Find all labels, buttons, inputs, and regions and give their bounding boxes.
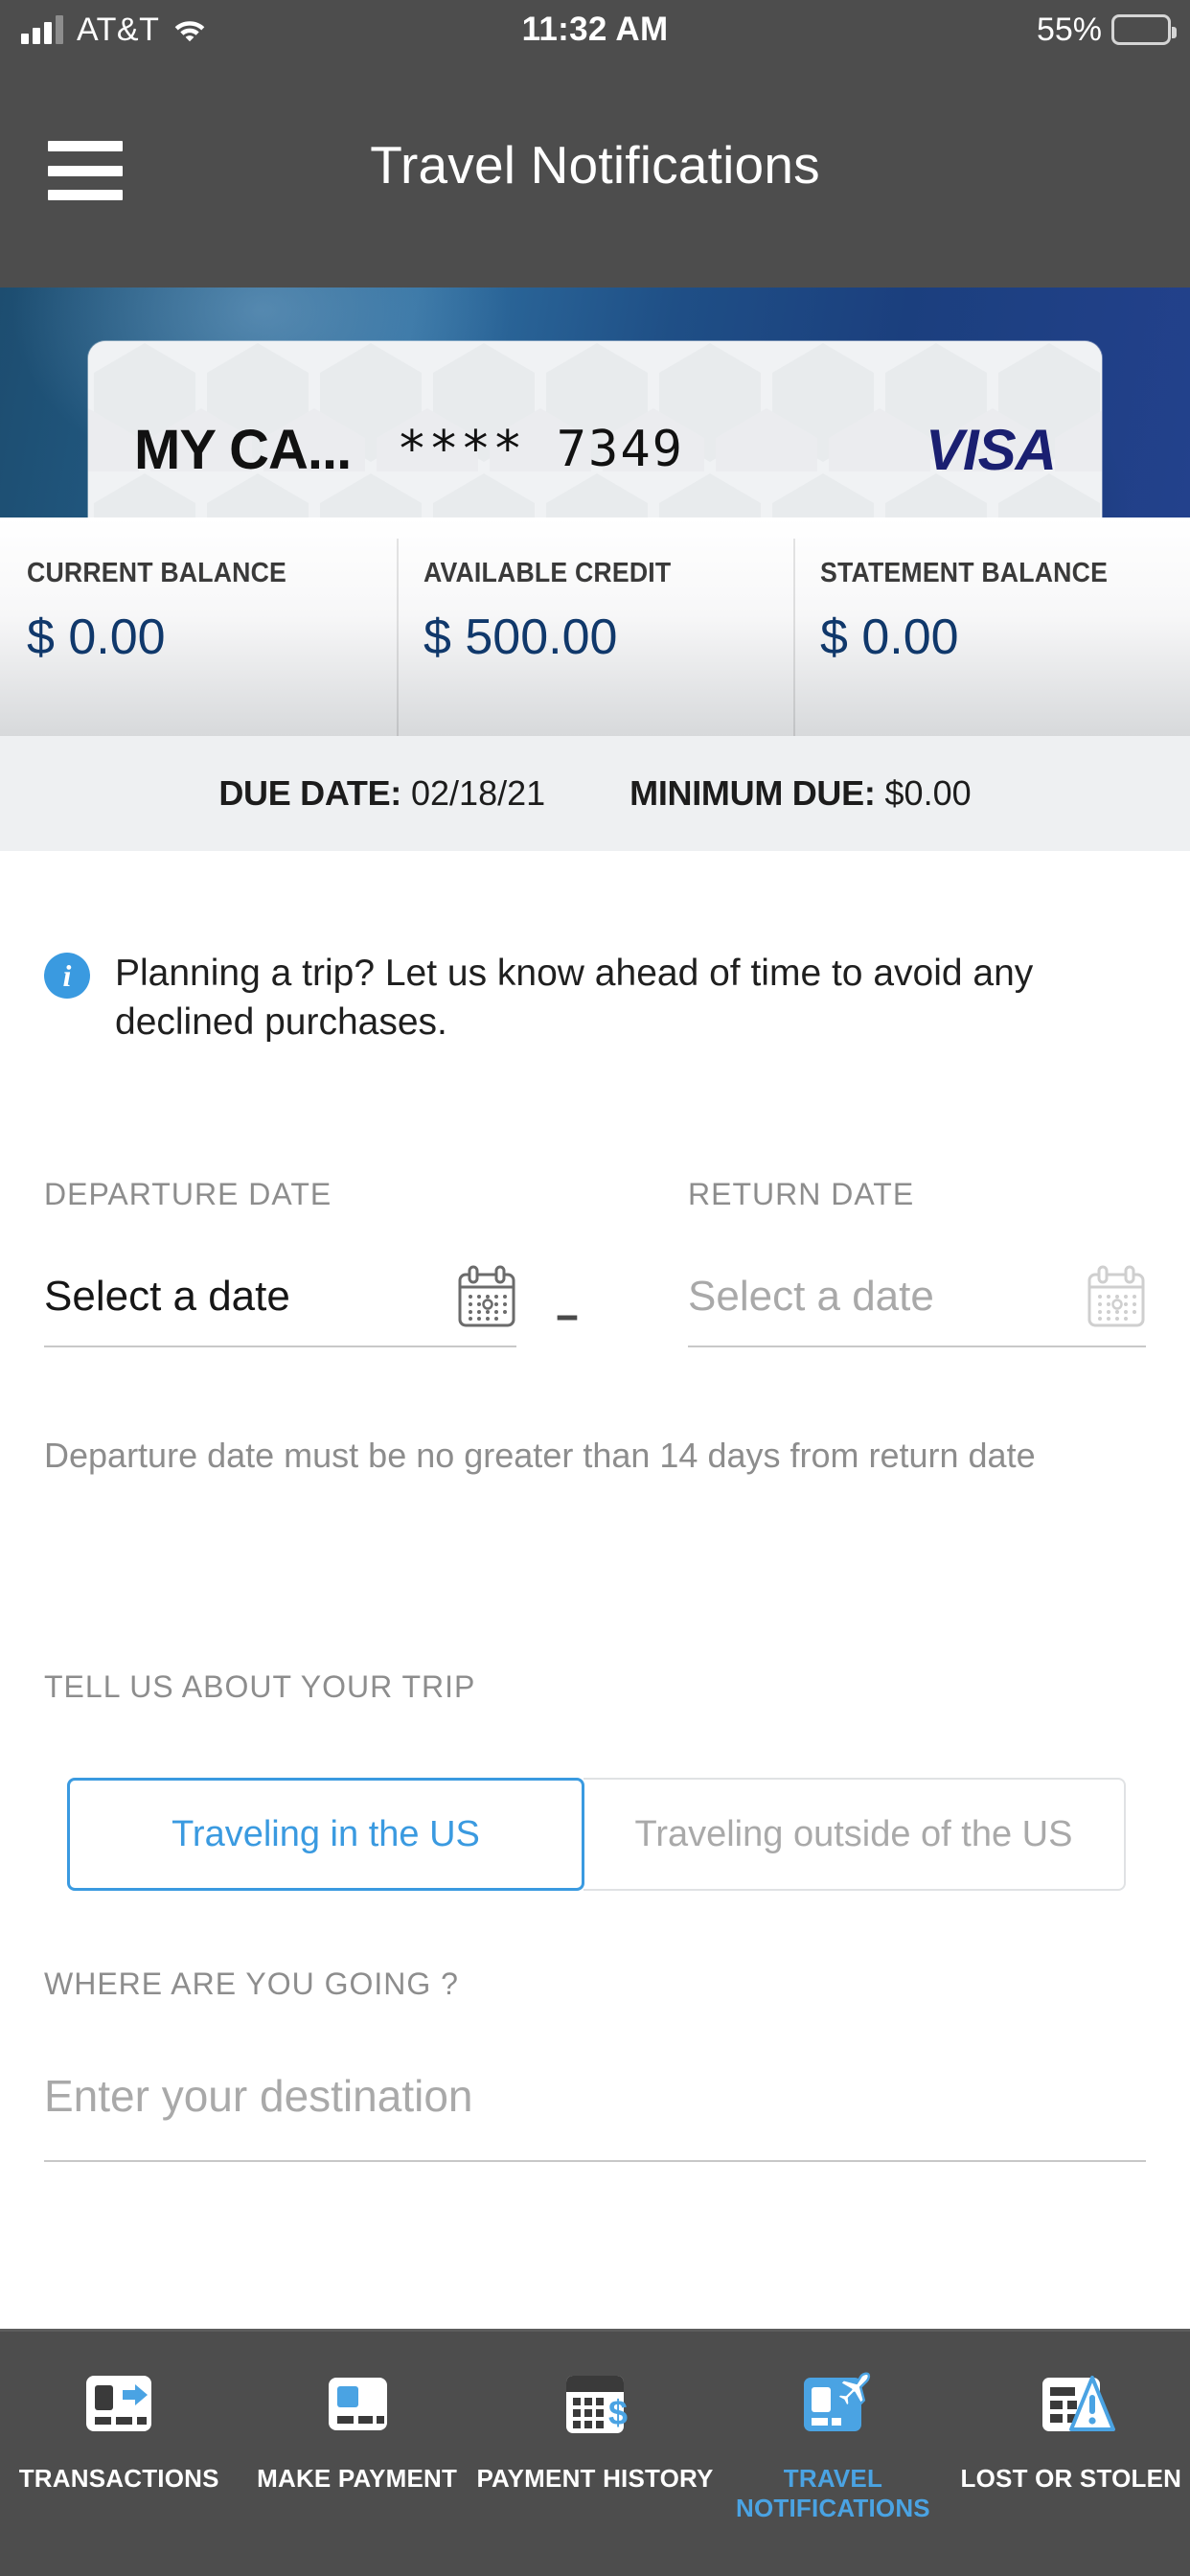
calendar-icon[interactable] (457, 1265, 516, 1328)
departure-date-label: DEPARTURE DATE (44, 1177, 332, 1211)
tab-label: MAKE PAYMENT (257, 2464, 458, 2493)
calendar-dollar-icon: $ (549, 2370, 641, 2445)
due-date: DUE DATE: 02/18/21 (218, 773, 545, 814)
segment-traveling-outside-us[interactable]: Traveling outside of the US (584, 1778, 1126, 1891)
trip-section-label: TELL US ABOUT YOUR TRIP (44, 1669, 476, 1704)
info-circle-icon: i (44, 953, 90, 999)
destination-input[interactable]: Enter your destination (44, 2070, 1146, 2162)
tab-travel-notifications[interactable]: TRAVEL NOTIFICATIONS (714, 2332, 951, 2576)
tab-make-payment[interactable]: MAKE PAYMENT (238, 2332, 475, 2576)
card-number-masked: **** 7349 (397, 421, 684, 478)
visa-logo: VISA (925, 417, 1057, 482)
tab-transactions[interactable]: TRANSACTIONS (0, 2332, 238, 2576)
balance-value: $ 500.00 (423, 610, 618, 665)
destination-label: WHERE ARE YOU GOING ? (44, 1966, 459, 2001)
minimum-due-value: $0.00 (884, 773, 972, 813)
balance-label: AVAILABLE CREDIT (423, 558, 672, 588)
due-date-value: 02/18/21 (411, 773, 546, 813)
date-range-separator: -- (556, 1292, 579, 1337)
card-banner: MY CA... **** 7349 VISA (0, 288, 1190, 518)
due-row: DUE DATE: 02/18/21 MINIMUM DUE: $0.00 (0, 736, 1190, 851)
return-date-field[interactable]: Select a date (688, 1265, 1146, 1347)
departure-date-field[interactable]: Select a date (44, 1265, 516, 1347)
card-arrow-icon (73, 2370, 165, 2445)
battery-icon (1111, 14, 1177, 45)
tab-payment-history[interactable]: $ PAYMENT HISTORY (476, 2332, 714, 2576)
calendar-icon[interactable] (1087, 1265, 1146, 1328)
battery-percent-label: 55% (1036, 11, 1102, 48)
clock: 11:32 AM (521, 11, 669, 48)
balance-cell: AVAILABLE CREDIT $ 500.00 (397, 518, 793, 736)
date-help-text: Departure date must be no greater than 1… (44, 1436, 1036, 1475)
svg-text:$: $ (608, 2393, 628, 2432)
trip-type-segmented-control: Traveling in the US Traveling outside of… (67, 1778, 1126, 1891)
credit-card[interactable]: MY CA... **** 7349 VISA (88, 341, 1102, 518)
departure-date-value: Select a date (44, 1273, 290, 1320)
status-bar-right: 55% (1036, 11, 1177, 49)
card-nickname: MY CA... (134, 418, 352, 481)
card-payment-icon (311, 2370, 403, 2445)
balance-value: $ 0.00 (27, 610, 166, 665)
navbar: Travel Notifications (0, 59, 1190, 288)
balance-cell: CURRENT BALANCE $ 0.00 (0, 518, 397, 736)
info-banner: i Planning a trip? Let us know ahead of … (44, 949, 1146, 1047)
card-airplane-icon (787, 2370, 879, 2445)
info-banner-text: Planning a trip? Let us know ahead of ti… (115, 953, 1034, 1044)
status-bar: AT&T 11:32 AM 55% (0, 0, 1190, 59)
minimum-due: MINIMUM DUE: $0.00 (629, 773, 971, 814)
balance-value: $ 0.00 (820, 610, 959, 665)
due-date-label: DUE DATE: (218, 773, 401, 813)
return-date-label: RETURN DATE (688, 1177, 915, 1211)
tab-lost-or-stolen[interactable]: LOST OR STOLEN (952, 2332, 1190, 2576)
balances-row: CURRENT BALANCE $ 0.00 AVAILABLE CREDIT … (0, 518, 1190, 736)
bottom-tab-bar: TRANSACTIONS MAKE PAYMENT $ PAYMENT HIST… (0, 2329, 1190, 2576)
tab-label: TRANSACTIONS (18, 2464, 219, 2493)
minimum-due-label: MINIMUM DUE: (629, 773, 876, 813)
return-date-value: Select a date (688, 1273, 934, 1320)
balance-cell: STATEMENT BALANCE $ 0.00 (793, 518, 1190, 736)
balance-label: CURRENT BALANCE (27, 558, 287, 588)
tab-label: LOST OR STOLEN (960, 2464, 1182, 2493)
tab-label: TRAVEL NOTIFICATIONS (735, 2464, 930, 2522)
balance-label: STATEMENT BALANCE (820, 558, 1109, 588)
page-title: Travel Notifications (370, 135, 820, 195)
card-warning-icon (1025, 2370, 1117, 2445)
segment-traveling-in-us[interactable]: Traveling in the US (67, 1778, 584, 1891)
tab-label: PAYMENT HISTORY (476, 2464, 714, 2493)
